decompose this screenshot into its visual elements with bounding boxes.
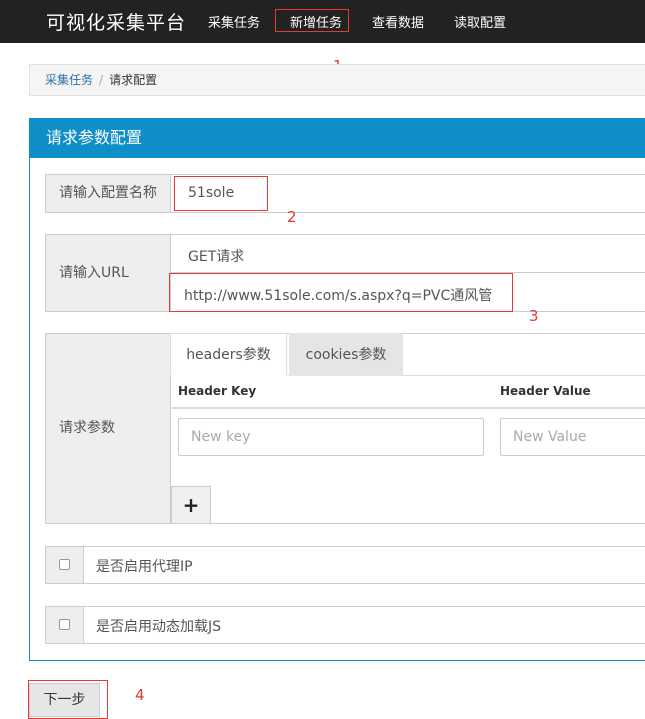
js-option-label: 是否启用动态加载JS [96,619,222,635]
highlight-box-new-task [275,9,349,32]
highlight-box-config-name [174,176,268,211]
header-value-input[interactable]: New Value [500,418,645,456]
tab-headers[interactable]: headers参数 [170,333,287,376]
nav-item-read-config[interactable]: 读取配置 [454,12,506,31]
panel-title: 请求参数配置 [30,119,645,158]
breadcrumb: 采集任务 / 请求配置 [29,64,645,96]
js-checkbox-addon [46,607,84,643]
proxy-option-label: 是否启用代理IP [96,559,193,575]
highlight-box-next [28,680,108,719]
params-label: 请求参数 [46,334,171,523]
tab-cookies[interactable]: cookies参数 [289,333,403,376]
annotation-3: 3 [529,307,539,325]
annotation-2: 2 [287,208,297,226]
top-navbar: 可视化采集平台 采集任务 新增任务 查看数据 读取配置 [0,0,645,43]
column-header-key: Header Key [178,384,257,398]
js-checkbox[interactable] [59,619,70,630]
proxy-checkbox-addon [46,547,84,583]
nav-item-tasks[interactable]: 采集任务 [208,12,260,31]
proxy-option-row: 是否启用代理IP [45,546,645,584]
nav-item-view-data[interactable]: 查看数据 [372,12,424,31]
breadcrumb-link-tasks[interactable]: 采集任务 [45,73,93,87]
app-brand[interactable]: 可视化采集平台 [46,8,186,35]
breadcrumb-current: 请求配置 [109,73,158,87]
column-header-value: Header Value [500,384,591,398]
method-select[interactable]: GET请求 [188,246,244,266]
highlight-box-url [169,273,513,312]
config-name-label: 请输入配置名称 [46,175,171,212]
url-label: 请输入URL [46,235,171,311]
breadcrumb-separator: / [99,73,104,87]
table-header-divider [170,407,645,409]
config-name-group: 请输入配置名称 51sole [45,174,645,213]
header-key-input[interactable]: New key [178,418,484,456]
proxy-checkbox[interactable] [59,559,70,570]
js-option-row: 是否启用动态加载JS [45,606,645,644]
annotation-4: 4 [135,686,145,704]
add-header-button[interactable]: + [171,486,211,524]
